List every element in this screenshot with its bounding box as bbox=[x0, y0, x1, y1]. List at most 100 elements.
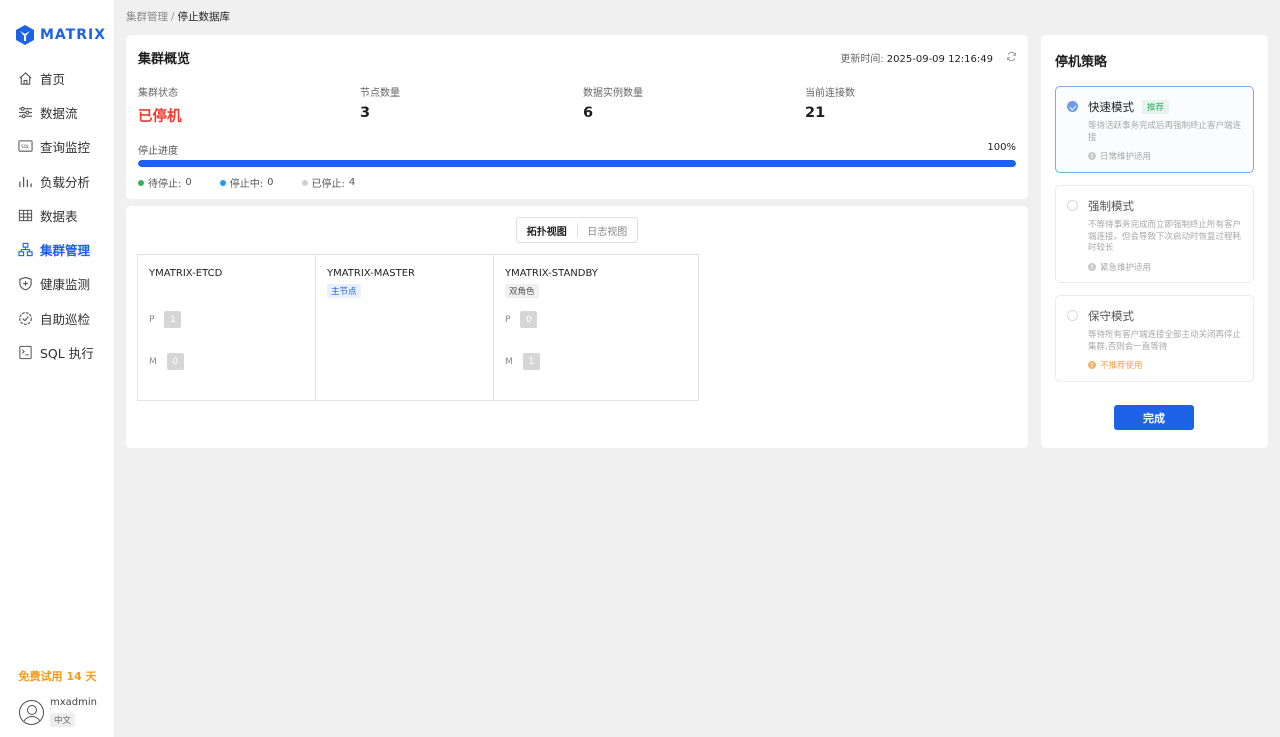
segment-primary: P 0 bbox=[505, 311, 538, 328]
node-role-badge: 主节点 bbox=[327, 284, 361, 298]
user-menu[interactable]: mxadmin 中文 bbox=[19, 697, 97, 727]
sidebar-item-home[interactable]: 首页 bbox=[0, 61, 115, 95]
option-note-text: 紧急维护适用 bbox=[1100, 263, 1152, 273]
legend-label: 停止中: bbox=[229, 179, 264, 190]
node-card-standby[interactable]: YMATRIX-STANDBY 双角色 P 0 M 1 bbox=[494, 255, 698, 400]
stat-label: 集群状态 bbox=[138, 88, 178, 99]
done-button[interactable]: 完成 bbox=[1114, 405, 1194, 430]
radio-unchecked-icon[interactable] bbox=[1067, 310, 1078, 321]
sidebar-nav: 首页 数据流 SQL 查询监控 负载分析 数据表 集群管理 健康监测 自助巡检 … bbox=[0, 61, 115, 370]
language-switch[interactable]: 中文 bbox=[50, 713, 76, 727]
radio-checked-icon[interactable] bbox=[1067, 101, 1078, 112]
option-note-text: 不推荐使用 bbox=[1100, 361, 1143, 371]
sidebar-item-label: 健康监测 bbox=[40, 277, 91, 293]
progress-legend: 待停止: 0 停止中: 0 已停止: 4 bbox=[138, 175, 355, 190]
bar-chart-icon bbox=[18, 174, 33, 189]
option-description: 等待所有客户端连接全部主动关闭再停止集群,否则会一直等待 bbox=[1088, 330, 1242, 352]
logo[interactable]: MATRIX bbox=[16, 25, 106, 45]
option-note: ! 不推荐使用 bbox=[1088, 359, 1143, 371]
svg-text:SQL: SQL bbox=[21, 144, 30, 150]
sidebar-item-label: 数据表 bbox=[40, 208, 78, 224]
segment-mirror: M 1 bbox=[505, 353, 540, 370]
sidebar-item-sql-exec[interactable]: SQL 执行 bbox=[0, 335, 115, 369]
matrix-logo-icon bbox=[16, 25, 34, 45]
progress-bar bbox=[138, 160, 1016, 167]
node-role-badge: 双角色 bbox=[505, 284, 539, 298]
node-card-etcd[interactable]: YMATRIX-ETCD P 1 M 0 bbox=[138, 255, 316, 400]
radio-unchecked-icon[interactable] bbox=[1067, 200, 1078, 211]
stat-label: 节点数量 bbox=[360, 88, 400, 99]
user-name: mxadmin bbox=[50, 697, 97, 708]
segment-label: M bbox=[149, 356, 157, 367]
breadcrumb-separator: / bbox=[171, 11, 175, 23]
option-force-mode[interactable]: 强制模式 不等待事务完成而立即强制终止所有客户端连接。但会导致下次启动时恢复过程… bbox=[1055, 185, 1254, 283]
overview-title: 集群概览 bbox=[138, 52, 191, 67]
sidebar-item-load-analysis[interactable]: 负载分析 bbox=[0, 164, 115, 198]
sidebar-item-inspection[interactable]: 自助巡检 bbox=[0, 301, 115, 335]
breadcrumb-parent[interactable]: 集群管理 bbox=[126, 11, 168, 23]
shutdown-strategy-card: 停机策略 快速模式 推荐 等待活跃事务完成后再强制终止客户端连接 ! 日常维护适… bbox=[1041, 35, 1268, 448]
cluster-overview-card: 集群概览 更新时间: 2025-09-09 12:16:49 集群状态 已停机 节… bbox=[126, 35, 1028, 199]
segment-label: M bbox=[505, 356, 513, 367]
segment-box[interactable]: 1 bbox=[164, 311, 182, 328]
sql-exec-icon bbox=[18, 345, 33, 360]
shield-icon bbox=[18, 276, 33, 291]
legend-stopped: 已停止: 4 bbox=[301, 175, 355, 190]
sidebar-item-label: 负载分析 bbox=[40, 174, 91, 190]
option-description: 等待活跃事务完成后再强制终止客户端连接 bbox=[1088, 121, 1242, 143]
option-title: 保守模式 bbox=[1088, 309, 1134, 323]
sidebar-item-query-monitor[interactable]: SQL 查询监控 bbox=[0, 130, 115, 164]
data-flow-icon bbox=[18, 105, 33, 120]
stat-instance-count: 数据实例数量 6 bbox=[583, 84, 643, 121]
stat-connection-count: 当前连接数 21 bbox=[805, 84, 855, 121]
segment-primary: P 1 bbox=[149, 311, 182, 328]
green-dot-icon bbox=[138, 179, 144, 186]
progress-percent: 100% bbox=[987, 142, 1016, 153]
option-fast-mode[interactable]: 快速模式 推荐 等待活跃事务完成后再强制终止客户端连接 ! 日常维护适用 bbox=[1055, 86, 1254, 173]
segment-box[interactable]: 0 bbox=[166, 353, 184, 370]
legend-pending: 待停止: 0 bbox=[138, 175, 192, 190]
blue-dot-icon bbox=[219, 179, 226, 186]
table-icon bbox=[18, 208, 33, 223]
breadcrumb: 集群管理 / 停止数据库 bbox=[126, 9, 230, 24]
option-name: 强制模式 bbox=[1088, 198, 1134, 214]
info-icon: ! bbox=[1088, 263, 1096, 271]
refresh-icon[interactable] bbox=[1006, 51, 1017, 62]
strategy-title: 停机策略 bbox=[1055, 55, 1108, 70]
inspection-icon bbox=[18, 311, 33, 326]
stat-label: 数据实例数量 bbox=[583, 88, 643, 99]
node-name: YMATRIX-MASTER bbox=[327, 268, 415, 279]
tab-log-view[interactable]: 日志视图 bbox=[578, 223, 638, 238]
option-conservative-mode[interactable]: 保守模式 等待所有客户端连接全部主动关闭再停止集群,否则会一直等待 ! 不推荐使… bbox=[1055, 295, 1254, 382]
sidebar-item-data-flow[interactable]: 数据流 bbox=[0, 95, 115, 129]
option-title: 快速模式 bbox=[1088, 100, 1134, 114]
sidebar-item-cluster[interactable]: 集群管理 bbox=[0, 232, 115, 266]
view-toggle: 拓扑视图 日志视图 bbox=[516, 217, 638, 243]
tab-topology-view[interactable]: 拓扑视图 bbox=[517, 222, 578, 238]
sidebar-item-label: 数据流 bbox=[40, 105, 78, 121]
sidebar-item-label: 自助巡检 bbox=[40, 311, 91, 327]
node-name: YMATRIX-STANDBY bbox=[505, 268, 598, 279]
update-time-value: 2025-09-09 12:16:49 bbox=[886, 54, 993, 65]
stat-cluster-status: 集群状态 已停机 bbox=[138, 84, 182, 126]
progress-label: 停止进度 bbox=[138, 146, 178, 157]
stat-value: 6 bbox=[583, 105, 594, 121]
free-trial-link[interactable]: 免费试用 14 天 bbox=[0, 668, 115, 684]
breadcrumb-current: 停止数据库 bbox=[177, 11, 231, 23]
avatar bbox=[19, 699, 44, 725]
sidebar-item-health[interactable]: 健康监测 bbox=[0, 267, 115, 301]
update-time-label: 更新时间: bbox=[840, 54, 884, 65]
segment-box[interactable]: 0 bbox=[520, 311, 538, 328]
stat-node-count: 节点数量 3 bbox=[360, 84, 400, 121]
option-description: 不等待事务完成而立即强制终止所有客户端连接。但会导致下次启动时恢复过程耗时较长 bbox=[1088, 220, 1242, 253]
sidebar: MATRIX 首页 数据流 SQL 查询监控 负载分析 数据表 集群管理 健康监… bbox=[0, 0, 115, 737]
home-icon bbox=[18, 71, 33, 86]
gray-dot-icon bbox=[301, 179, 308, 186]
node-card-master[interactable]: YMATRIX-MASTER 主节点 bbox=[316, 255, 494, 400]
node-grid: YMATRIX-ETCD P 1 M 0 YMATRIX-MASTER 主节点 … bbox=[137, 254, 699, 401]
sidebar-item-data-table[interactable]: 数据表 bbox=[0, 198, 115, 232]
legend-count: 0 bbox=[267, 177, 274, 188]
sidebar-item-label: 首页 bbox=[40, 71, 66, 87]
segment-box[interactable]: 1 bbox=[522, 353, 540, 370]
topology-card: 拓扑视图 日志视图 YMATRIX-ETCD P 1 M 0 YMATRIX-M… bbox=[126, 206, 1028, 448]
